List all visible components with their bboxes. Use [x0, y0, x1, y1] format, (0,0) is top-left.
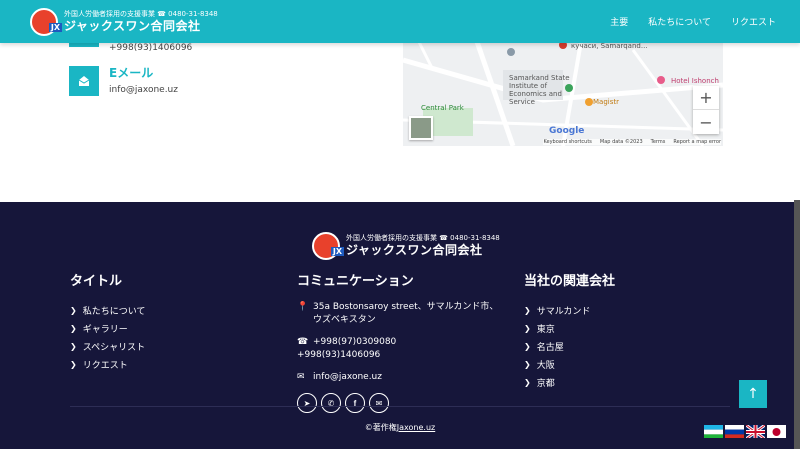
arrow-up-icon: ↑ [747, 386, 759, 402]
google-map[interactable]: Samarkand State Institute of Economics a… [403, 30, 723, 146]
footer-phone-row: ☎ +998(97)0309080 +998(93)1406096 [297, 336, 507, 362]
chevron-right-icon: ❯ [524, 377, 531, 387]
zoom-in-button[interactable]: + [693, 86, 719, 110]
terms-link[interactable]: Terms [651, 139, 666, 145]
footer-col-title: タイトル ❯ 私たちについて ❯ ギャラリー ❯ スペシャリスト ❯ リクエスト [70, 270, 145, 373]
footer-logo-subtitle: 外国人労働者採用の支援事業 ☎ 0480-31-8348 [346, 234, 500, 242]
copyright: ©著作権Jaxone.uz [0, 422, 800, 433]
footer-address-row: 📍 35a Bostonsaroy street、サマルカンド市、ウズベキスタン [297, 301, 507, 327]
footer-col2-heading: コミュニケーション [297, 274, 414, 289]
map-label-magistr: Magistr [593, 98, 619, 106]
map-label-hotel: Hotel Ishonch [671, 77, 719, 85]
map-satellite-toggle[interactable] [409, 116, 433, 140]
email-icon-box [69, 66, 99, 96]
footer-link-request[interactable]: ❯ リクエスト [70, 355, 145, 373]
footer-link-kyoto[interactable]: ❯ 京都 [524, 373, 615, 391]
footer-link-label: ギャラリー [82, 324, 128, 335]
chevron-right-icon: ❯ [524, 323, 531, 333]
nav-home[interactable]: 主要 [610, 15, 628, 28]
main-nav: 主要 私たちについて リクエスト [610, 15, 776, 28]
back-to-top-button[interactable]: ↑ [739, 380, 767, 408]
footer-logo-mark-icon: JX [312, 232, 344, 260]
footer-link-label: 大阪 [536, 360, 555, 371]
map-data-text: Map data ©2023 [599, 139, 643, 145]
footer-logo-company-name: ジャックスワン合同会社 [346, 243, 483, 257]
footer-email-row: ✉ info@jaxone.uz [297, 371, 507, 384]
social-links: ➤ ✆ f ✉ [297, 393, 507, 413]
zoom-out-button[interactable]: − [693, 110, 719, 134]
footer-link-label: 名古屋 [536, 342, 564, 353]
keyboard-shortcuts-link[interactable]: Keyboard shortcuts [543, 139, 591, 145]
footer-divider [70, 406, 730, 407]
footer-link-samarkand[interactable]: ❯ サマルカンド [524, 301, 615, 319]
footer-link-nagoya[interactable]: ❯ 名古屋 [524, 337, 615, 355]
logo-badge: JX [48, 23, 62, 32]
envelope-icon: ✉ [297, 372, 305, 382]
site-header: JX 外国人労働者採用の支援事業 ☎ 0480-31-8348 ジャックスワン合… [0, 0, 800, 43]
footer-col1-heading: タイトル [70, 274, 123, 289]
footer-phone-2[interactable]: +998(93)1406096 [297, 350, 380, 360]
nav-about[interactable]: 私たちについて [648, 15, 711, 28]
facebook-icon[interactable]: f [345, 393, 365, 413]
site-footer: JX 外国人労働者採用の支援事業 ☎ 0480-31-8348 ジャックスワン合… [0, 202, 800, 449]
nav-request[interactable]: リクエスト [731, 15, 776, 28]
logo-subtitle: 外国人労働者採用の支援事業 ☎ 0480-31-8348 [64, 10, 218, 18]
map-pin-icon: 📍 [297, 302, 309, 312]
chevron-right-icon: ❯ [524, 305, 531, 315]
footer-link-specialist[interactable]: ❯ スペシャリスト [70, 337, 145, 355]
map-label-institute: Samarkand State Institute of Economics a… [509, 74, 570, 106]
footer-link-about[interactable]: ❯ 私たちについて [70, 301, 145, 319]
footer-link-osaka[interactable]: ❯ 大阪 [524, 355, 615, 373]
footer-email[interactable]: info@jaxone.uz [313, 371, 382, 384]
footer-link-label: 京都 [536, 378, 555, 389]
flag-japanese-icon[interactable] [767, 424, 786, 438]
footer-link-tokyo[interactable]: ❯ 東京 [524, 319, 615, 337]
logo-company-name: ジャックスワン合同会社 [64, 19, 201, 33]
page-scrollbar[interactable] [794, 200, 800, 449]
map-zoom-controls: + − [693, 86, 719, 134]
map-label-park: Central Park [421, 104, 464, 112]
flag-english-icon[interactable] [746, 424, 765, 438]
logo-mark-icon: JX [30, 8, 62, 36]
chevron-right-icon: ❯ [70, 341, 77, 351]
footer-link-label: リクエスト [82, 360, 128, 371]
report-error-link[interactable]: Report a map error [673, 139, 721, 145]
footer-link-label: 私たちについて [82, 306, 146, 317]
footer-phone-1[interactable]: +998(97)0309080 [313, 337, 396, 347]
footer-col-affiliates: 当社の関連会社 ❯ サマルカンド ❯ 東京 ❯ 名古屋 ❯ 大阪 ❯ 京都 [524, 270, 615, 391]
chevron-right-icon: ❯ [524, 359, 531, 369]
footer-link-gallery[interactable]: ❯ ギャラリー [70, 319, 145, 337]
copyright-prefix: ©著作権 [364, 423, 397, 432]
language-switcher [704, 424, 786, 438]
map-label-street: кучаси, Samarqand... [571, 42, 648, 50]
header-logo[interactable]: JX 外国人労働者採用の支援事業 ☎ 0480-31-8348 ジャックスワン合… [30, 8, 218, 36]
footer-col3-heading: 当社の関連会社 [524, 274, 616, 289]
footer-link-label: サマルカンド [536, 306, 591, 317]
google-logo: Google [549, 126, 585, 136]
footer-logo[interactable]: JX 外国人労働者採用の支援事業 ☎ 0480-31-8348 ジャックスワン合… [312, 232, 500, 260]
footer-col-communication: コミュニケーション 📍 35a Bostonsaroy street、サマルカン… [297, 270, 507, 413]
flag-uzbek-icon[interactable] [704, 424, 723, 438]
flag-russian-icon[interactable] [725, 424, 744, 438]
chevron-right-icon: ❯ [524, 341, 531, 351]
footer-logo-badge: JX [330, 247, 344, 256]
whatsapp-icon[interactable]: ✆ [321, 393, 341, 413]
email-value: info@jaxone.uz [109, 85, 178, 95]
contact-phone: +998(93)1406096 [109, 43, 193, 53]
envelope-icon [78, 76, 90, 86]
chevron-right-icon: ❯ [70, 305, 77, 315]
chevron-right-icon: ❯ [70, 359, 77, 369]
telegram-icon[interactable]: ➤ [297, 393, 317, 413]
footer-link-label: 東京 [536, 324, 555, 335]
map-attribution: Keyboard shortcuts Map data ©2023 Terms … [543, 139, 721, 145]
chevron-right-icon: ❯ [70, 323, 77, 333]
copyright-link[interactable]: Jaxone.uz [397, 423, 435, 432]
mail-icon[interactable]: ✉ [369, 393, 389, 413]
footer-link-label: スペシャリスト [82, 342, 146, 353]
footer-address: 35a Bostonsaroy street、サマルカンド市、ウズベキスタン [313, 302, 499, 325]
email-title: Eメール [109, 66, 154, 80]
